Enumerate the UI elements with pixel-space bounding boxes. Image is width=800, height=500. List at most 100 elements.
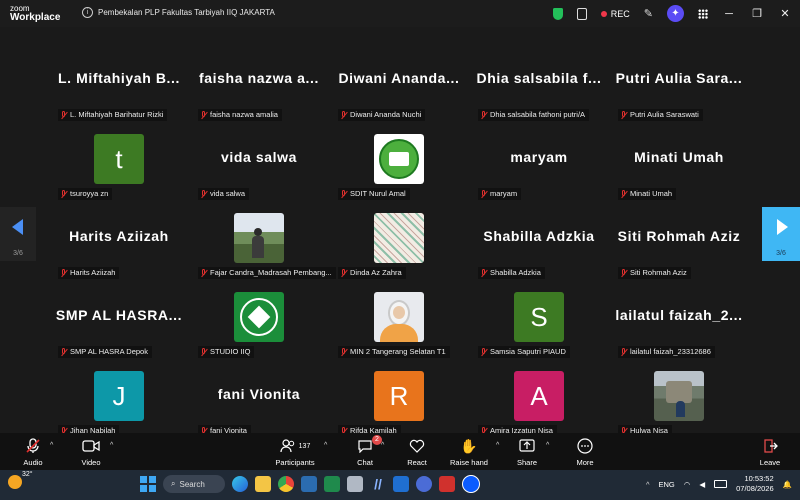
edge-icon[interactable] bbox=[232, 476, 248, 492]
participant-tile[interactable]: SMP AL HASRA... SMP AL HASRA Depok bbox=[50, 292, 188, 370]
leave-label: Leave bbox=[759, 458, 781, 467]
participant-display-name: Harits Aziizah bbox=[69, 228, 169, 244]
participant-tile[interactable]: L. Miftahiyah B... L. Miftahiyah Barihatu… bbox=[50, 55, 188, 133]
share-caret-icon[interactable]: ^ bbox=[546, 442, 549, 449]
audio-options-caret-icon[interactable]: ^ bbox=[50, 442, 53, 449]
show-hidden-icons-chevron-icon[interactable]: ^ bbox=[646, 480, 650, 489]
clock-time: 10:53:52 bbox=[744, 474, 774, 483]
participant-tile[interactable]: Diwani Ananda... Diwani Ananda Nuchi bbox=[330, 55, 468, 133]
participant-tile[interactable]: Putri Aulia Sara... Putri Aulia Saraswati bbox=[610, 55, 748, 133]
windows-start-icon[interactable] bbox=[140, 476, 156, 492]
participant-tile[interactable]: vida salwa vida salwa bbox=[190, 134, 328, 212]
weather-temp: 32° bbox=[21, 470, 33, 478]
share-label: Share bbox=[516, 458, 537, 467]
minimize-icon[interactable]: ─ bbox=[722, 8, 736, 20]
participant-tile[interactable]: Fajar Candra_Madrasah Pembang... bbox=[190, 213, 336, 291]
participant-name: Minati Umah bbox=[630, 189, 673, 198]
participant-name-label: tsuroyya zn bbox=[58, 188, 113, 200]
info-icon[interactable]: i bbox=[82, 7, 93, 18]
participant-tile[interactable]: Siti Rohmah Aziz Siti Rohmah Aziz bbox=[610, 213, 748, 291]
leave-button[interactable]: Leave bbox=[756, 437, 784, 467]
acrobat-icon[interactable] bbox=[439, 476, 455, 492]
file-explorer-icon[interactable] bbox=[255, 476, 271, 492]
security-shield-icon[interactable] bbox=[552, 7, 563, 20]
wifi-icon[interactable]: ◠ bbox=[684, 480, 691, 489]
chrome-icon[interactable] bbox=[278, 476, 294, 492]
meeting-info[interactable]: i Pembekalan PLP Fakultas Tarbiyah IIQ J… bbox=[82, 7, 275, 18]
video-button[interactable]: Video bbox=[78, 437, 104, 467]
battery-icon[interactable] bbox=[714, 480, 728, 488]
store-icon[interactable] bbox=[301, 476, 317, 492]
raise-hand-caret-icon[interactable]: ^ bbox=[496, 442, 499, 449]
participant-name-label: STUDIO IIQ bbox=[198, 346, 255, 358]
meet-app-icon[interactable] bbox=[416, 476, 432, 492]
participant-name-label: faisha nazwa amalia bbox=[198, 109, 282, 121]
annotate-icon[interactable]: ✎ bbox=[644, 7, 653, 20]
participant-tile[interactable]: Shabilla Adzkia Shabilla Adzkia bbox=[470, 213, 608, 291]
taskbar-search[interactable]: ⌕ Search bbox=[163, 475, 225, 493]
participant-name: tsuroyya zn bbox=[70, 189, 109, 198]
participant-name: STUDIO IIQ bbox=[210, 347, 251, 356]
participant-tile[interactable]: faisha nazwa a... faisha nazwa amalia bbox=[190, 55, 328, 133]
participant-name: Dhia salsabila fathoni putri/A bbox=[490, 110, 586, 119]
participant-tile[interactable]: SDIT Nurul Amal bbox=[330, 134, 468, 212]
zoom-app-icon[interactable] bbox=[462, 475, 480, 493]
restore-icon[interactable]: ❐ bbox=[750, 7, 764, 20]
video-options-caret-icon[interactable]: ^ bbox=[110, 442, 113, 449]
participant-tile[interactable]: Dinda Az Zahra bbox=[330, 213, 468, 291]
audio-button[interactable]: Audio bbox=[20, 437, 46, 467]
language-indicator[interactable]: ENG bbox=[659, 480, 675, 489]
excel-icon[interactable] bbox=[324, 476, 340, 492]
apps-grid-icon[interactable] bbox=[698, 8, 708, 19]
participant-name-label: Putri Aulia Saraswati bbox=[618, 109, 703, 121]
slash-app-icon[interactable]: // bbox=[370, 476, 386, 492]
participant-tile[interactable]: t tsuroyya zn bbox=[50, 134, 188, 212]
clock[interactable]: 10:53:52 07/08/2026 bbox=[736, 474, 774, 494]
muted-mic-icon bbox=[200, 110, 208, 120]
participant-tile[interactable]: STUDIO IIQ bbox=[190, 292, 328, 370]
weather-widget[interactable]: 32° bbox=[8, 471, 35, 489]
participant-display-name: faisha nazwa a... bbox=[199, 70, 319, 86]
raise-hand-button[interactable]: ✋ Raise hand bbox=[446, 437, 492, 468]
participant-name: lailatul faizah_23312686 bbox=[630, 347, 711, 356]
meeting-title: Pembekalan PLP Fakultas Tarbiyah IIQ JAK… bbox=[98, 8, 275, 17]
share-button[interactable]: Share bbox=[514, 437, 540, 467]
participant-tile[interactable]: Dhia salsabila f... Dhia salsabila fathon… bbox=[470, 55, 608, 133]
participant-picture bbox=[374, 134, 424, 184]
chevron-left-icon bbox=[12, 219, 23, 235]
next-page-button[interactable]: 3/6 bbox=[762, 207, 800, 261]
participant-tile[interactable]: maryam maryam bbox=[470, 134, 608, 212]
muted-mic-icon bbox=[480, 189, 488, 199]
recording-indicator[interactable]: REC bbox=[600, 9, 630, 19]
react-button[interactable]: React bbox=[402, 437, 432, 467]
muted-mic-icon bbox=[620, 268, 628, 278]
muted-mic-icon bbox=[340, 110, 348, 120]
participants-label: Participants bbox=[275, 458, 315, 467]
chat-caret-icon[interactable]: ^ bbox=[381, 442, 384, 449]
more-button[interactable]: More bbox=[572, 437, 598, 467]
video-label: Video bbox=[81, 458, 101, 467]
notification-bell-icon[interactable]: 🔔 bbox=[783, 480, 792, 489]
chat-button[interactable]: 2 Chat bbox=[352, 435, 382, 467]
participant-tile[interactable]: S Samsia Saputri PIAUD bbox=[470, 292, 608, 370]
ai-companion-icon[interactable]: ✦ bbox=[667, 5, 684, 22]
share-screen-icon bbox=[519, 439, 535, 452]
participant-picture bbox=[234, 213, 284, 263]
participant-tile[interactable]: MIN 2 Tangerang Selatan T1 bbox=[330, 292, 468, 370]
participant-tile[interactable]: lailatul faizah_2... lailatul faizah_2331… bbox=[610, 292, 748, 370]
participant-name-label: Fajar Candra_Madrasah Pembang... bbox=[198, 267, 336, 279]
participant-name-label: lailatul faizah_23312686 bbox=[618, 346, 715, 358]
participant-tile[interactable]: Harits Aziizah Harits Aziizah bbox=[50, 213, 188, 291]
calculator-icon[interactable] bbox=[347, 476, 363, 492]
outlook-icon[interactable] bbox=[393, 476, 409, 492]
participants-caret-icon[interactable]: ^ bbox=[324, 442, 327, 449]
previous-page-button[interactable]: 3/6 bbox=[0, 207, 36, 261]
participant-tile[interactable]: Minati Umah Minati Umah bbox=[610, 134, 748, 212]
participant-picture bbox=[654, 371, 704, 421]
participant-display-name: L. Miftahiyah B... bbox=[57, 70, 181, 86]
speaker-icon[interactable]: ◀ bbox=[699, 480, 705, 489]
notes-icon[interactable] bbox=[576, 7, 587, 20]
participants-button[interactable]: 137 Participants bbox=[272, 437, 318, 467]
chevron-right-icon bbox=[777, 219, 788, 235]
close-icon[interactable]: ✕ bbox=[778, 7, 792, 20]
